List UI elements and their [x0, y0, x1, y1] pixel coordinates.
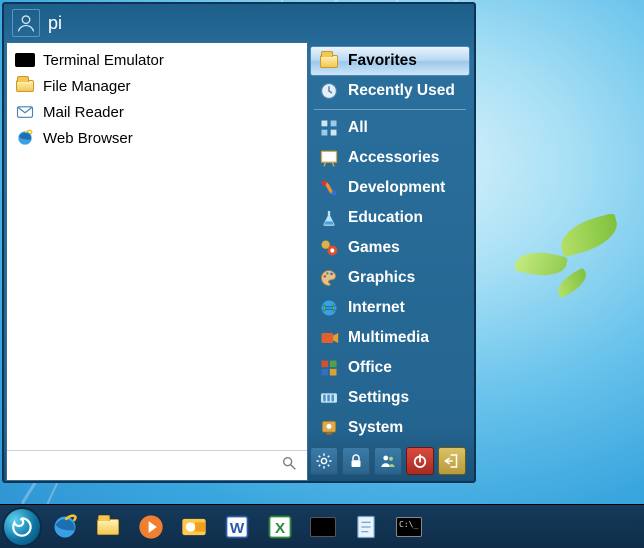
folder-icon [15, 76, 35, 96]
start-button[interactable] [2, 507, 42, 547]
category-development[interactable]: Development [310, 173, 470, 203]
palette-icon [318, 267, 340, 289]
taskbar-media[interactable] [131, 510, 171, 544]
category-settings[interactable]: Settings [310, 383, 470, 413]
category-label: All [348, 119, 368, 137]
start-menu: pi Terminal Emulator File Manager Mail R… [2, 2, 476, 483]
taskbar-outlook[interactable] [174, 510, 214, 544]
category-multimedia[interactable]: Multimedia [310, 323, 470, 353]
category-system[interactable]: System [310, 413, 470, 443]
app-label: Web Browser [43, 130, 133, 147]
app-file-manager[interactable]: File Manager [9, 73, 305, 99]
category-favorites[interactable]: Favorites [310, 46, 470, 76]
svg-text:X: X [275, 519, 285, 536]
excel-icon: X [266, 513, 294, 541]
app-mail-reader[interactable]: Mail Reader [9, 99, 305, 125]
taskbar-notepad[interactable] [346, 510, 386, 544]
system-icon [318, 417, 340, 439]
app-web-browser[interactable]: Web Browser [9, 125, 305, 151]
category-games[interactable]: Games [310, 233, 470, 263]
category-label: Accessories [348, 149, 439, 167]
search-input[interactable] [17, 458, 297, 474]
mail-icon [15, 102, 35, 122]
taskbar: W X C:\_ [0, 504, 644, 548]
divider [314, 109, 466, 110]
swirl-icon [9, 514, 35, 540]
category-all[interactable]: All [310, 113, 470, 143]
taskbar-excel[interactable]: X [260, 510, 300, 544]
action-switch-user[interactable] [374, 447, 402, 475]
category-label: Office [348, 359, 392, 377]
taskbar-explorer[interactable] [88, 510, 128, 544]
user-name: pi [48, 13, 62, 34]
category-accessories[interactable]: Accessories [310, 143, 470, 173]
games-icon [318, 237, 340, 259]
cmd-icon: C:\_ [396, 517, 422, 537]
dev-icon [318, 177, 340, 199]
media-icon [137, 513, 165, 541]
globe-icon [318, 297, 340, 319]
word-icon: W [223, 513, 251, 541]
apps-icon [318, 117, 340, 139]
office-icon [318, 357, 340, 379]
start-menu-header: pi [4, 4, 474, 42]
search-field[interactable] [7, 450, 307, 480]
board-icon [318, 147, 340, 169]
category-office[interactable]: Office [310, 353, 470, 383]
action-shutdown[interactable] [406, 447, 434, 475]
ie-icon [15, 128, 35, 148]
svg-text:W: W [230, 519, 245, 536]
category-list: Favorites Recently Used All Accessories … [308, 42, 472, 481]
users-icon [379, 452, 397, 470]
taskbar-cmd[interactable]: C:\_ [389, 510, 429, 544]
category-label: Games [348, 239, 400, 257]
gear-icon [315, 452, 333, 470]
multimedia-icon [318, 327, 340, 349]
folder-icon [318, 50, 340, 72]
user-avatar[interactable] [12, 9, 40, 37]
app-terminal-emulator[interactable]: Terminal Emulator [9, 47, 305, 73]
clock-icon [318, 80, 340, 102]
power-icon [411, 452, 429, 470]
category-label: Internet [348, 299, 405, 317]
taskbar-ie[interactable] [45, 510, 85, 544]
ie-icon [51, 513, 79, 541]
category-label: Education [348, 209, 423, 227]
folder-icon [97, 519, 119, 535]
notepad-icon [352, 513, 380, 541]
category-label: Favorites [348, 52, 417, 70]
category-label: Graphics [348, 269, 415, 287]
category-graphics[interactable]: Graphics [310, 263, 470, 293]
category-label: Recently Used [348, 82, 455, 100]
action-lock[interactable] [342, 447, 370, 475]
category-recent[interactable]: Recently Used [310, 76, 470, 106]
terminal-icon [310, 517, 336, 537]
taskbar-word[interactable]: W [217, 510, 257, 544]
app-label: Mail Reader [43, 104, 124, 121]
action-buttons [310, 443, 470, 479]
logout-icon [443, 452, 461, 470]
category-label: Settings [348, 389, 409, 407]
action-settings[interactable] [310, 447, 338, 475]
outlook-icon [180, 513, 208, 541]
app-label: Terminal Emulator [43, 52, 164, 69]
app-label: File Manager [43, 78, 131, 95]
category-education[interactable]: Education [310, 203, 470, 233]
action-logout[interactable] [438, 447, 466, 475]
lock-icon [347, 452, 365, 470]
flask-icon [318, 207, 340, 229]
taskbar-terminal[interactable] [303, 510, 343, 544]
category-label: Development [348, 179, 445, 197]
category-label: System [348, 419, 403, 437]
category-internet[interactable]: Internet [310, 293, 470, 323]
terminal-icon [15, 50, 35, 70]
category-label: Multimedia [348, 329, 429, 347]
search-icon [281, 455, 297, 476]
sliders-icon [318, 387, 340, 409]
favorites-list: Terminal Emulator File Manager Mail Read… [6, 42, 308, 481]
